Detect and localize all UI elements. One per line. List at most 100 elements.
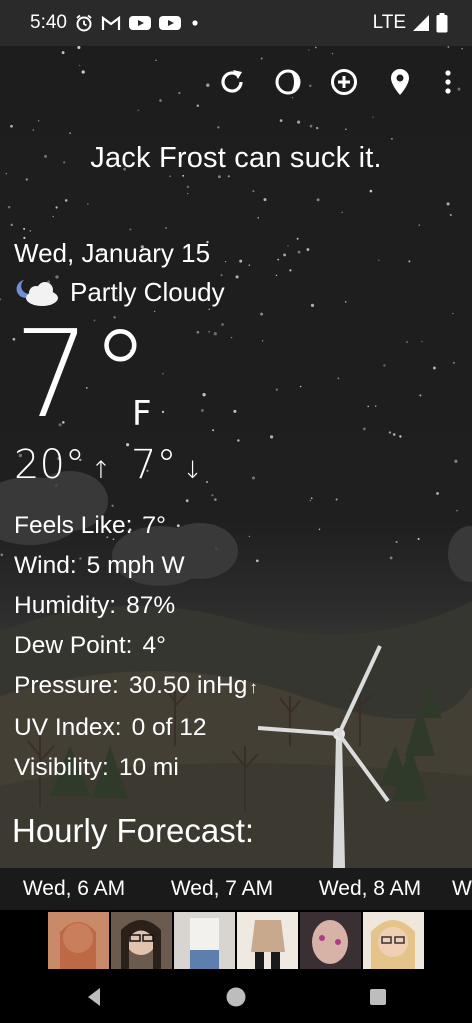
hour-item[interactable]: Wed, 7 AM [148,877,296,901]
weather-details: Feels Like: 7° Wind: 5 mph W Humidity: 87% … [14,506,258,788]
star [248,264,251,266]
star [367,405,370,408]
star [185,499,189,503]
star [206,83,210,87]
ad-photo-6[interactable] [363,911,424,969]
star [208,331,210,333]
star [341,211,343,214]
star [287,245,289,247]
status-time: 5:40 [30,12,67,33]
star [212,429,215,432]
hour-item[interactable]: Wed, 8 AM [296,877,444,901]
star [32,129,34,131]
low-arrow-icon: ↓ [182,456,203,484]
star [297,120,301,124]
star [344,301,347,303]
star [202,393,206,397]
youtube-icon [128,16,151,30]
star [289,269,292,272]
star [159,99,162,102]
feels-like-row: Feels Like: 7° [14,506,258,546]
low-temp: 7° [131,442,177,488]
more-icon[interactable] [438,64,458,100]
star [461,47,463,50]
star [221,323,224,326]
star [275,274,278,277]
star [383,364,386,367]
star [78,64,81,67]
star [337,377,340,380]
current-date: Wed, January 15 [14,238,211,268]
star [456,509,458,512]
ad-photo-2[interactable] [111,911,172,969]
star [29,230,32,232]
uv-index-label: UV Index: [14,714,122,741]
star [345,128,347,131]
star [227,175,230,178]
star [169,175,171,178]
ad-photo-3[interactable] [174,911,235,969]
ad-photo-4[interactable] [237,911,298,969]
star [237,439,240,442]
star [421,340,423,343]
uv-index-value: 0 of 12 [131,714,207,741]
star [417,537,420,541]
star [395,540,398,544]
star [392,433,396,436]
recents-icon[interactable] [358,977,398,1017]
pressure-value: 30.50 inHg [128,672,248,699]
star [406,341,408,344]
star [452,312,454,315]
dot-icon [192,20,198,26]
star [310,303,315,307]
back-icon[interactable] [74,977,114,1017]
ad-banner[interactable] [0,910,472,970]
star [452,361,455,364]
current-condition: Partly Cloudy [14,276,225,308]
condition-text: Partly Cloudy [70,276,225,307]
alarm-icon [76,14,92,32]
temperature-unit: F [132,394,152,434]
hour-item[interactable]: Wed, 6 AM [0,877,148,901]
star [161,410,165,414]
star [217,175,221,179]
refresh-icon[interactable] [214,64,250,100]
ad-photo-1[interactable] [48,911,109,969]
star [196,330,200,334]
star [211,494,214,497]
navigation-bar [0,970,472,1023]
dew-point-row: Dew Point: 4° [14,626,258,666]
star [25,178,28,181]
star [162,373,164,375]
location-icon[interactable] [382,64,418,100]
star [436,491,439,495]
star [310,497,313,500]
star [372,116,374,118]
wind-value: 5 mph W [86,552,185,579]
star [217,126,220,129]
pressure-label: Pressure: [14,672,119,699]
hourly-forecast-strip[interactable]: Wed, 6 AM Wed, 7 AM Wed, 8 AM W [0,868,472,910]
home-icon[interactable] [216,977,256,1017]
ad-photo-5[interactable] [300,911,361,969]
visibility-label: Visibility: [14,754,109,781]
star [335,498,338,501]
star [37,120,40,122]
status-right: LTE [373,12,448,34]
feels-like-label: Feels Like: [14,512,133,539]
tagline: Jack Frost can suck it. [90,142,382,174]
star [279,119,283,122]
star [390,137,393,140]
dew-point-value: 4° [142,632,166,659]
add-icon[interactable] [326,64,362,100]
star [277,258,280,261]
star [314,46,317,49]
theme-icon[interactable] [270,64,306,100]
star [389,556,393,560]
star [316,198,320,202]
star [363,427,366,431]
star [309,124,313,128]
hour-item[interactable]: W [444,877,472,901]
humidity-value: 87% [126,592,176,619]
star [7,205,11,209]
